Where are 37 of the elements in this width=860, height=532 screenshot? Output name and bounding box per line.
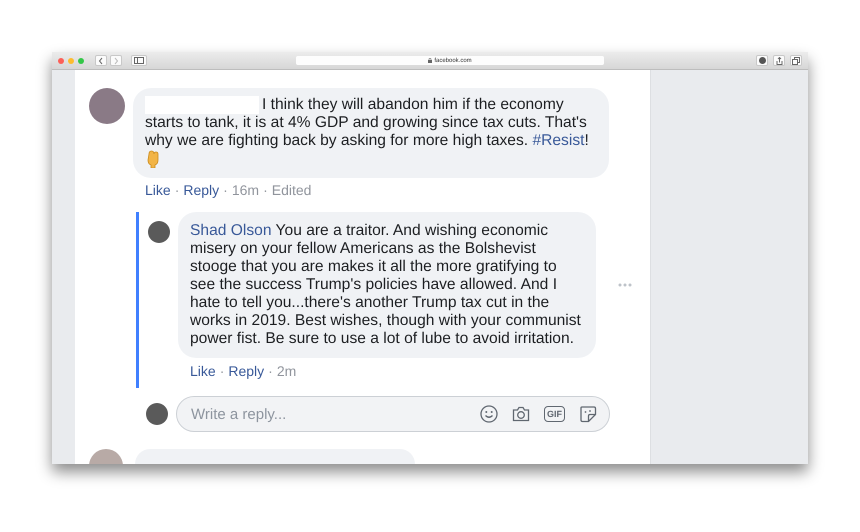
- reply-input-field[interactable]: Write a reply... GIF: [176, 396, 610, 432]
- download-icon: [758, 57, 766, 64]
- comment-time: 16m: [232, 181, 260, 199]
- author-link[interactable]: Shad Olson: [190, 222, 272, 239]
- hashtag-link[interactable]: #Resist: [532, 132, 584, 149]
- separator-dot: ·: [223, 181, 228, 199]
- chevron-right-icon: [113, 56, 119, 64]
- comment-text: I think they will abandon him if the economy starts to tank, it is at 4% GDP and growing since tax cuts. That's why we are fighting back by asking for more high taxes. #Resist!: [145, 96, 597, 170]
- share-icon: [776, 56, 782, 64]
- reply-text: Shad Olson You are a traitor. And wishing economic misery on your fellow Americans as the Bolshevist stooge that you are makes it all the more gratifying to see the success Trump's policies have allowed. And I hate to tell you...there's another Trump tax cut in the works in 2019. Best wishes, though with your communist power fist. Be sure to use a lot of lube to avoid irritation.: [190, 222, 582, 348]
- emoji-icon[interactable]: [480, 405, 498, 423]
- sticker-icon[interactable]: [579, 405, 597, 423]
- reply-time: 2m: [276, 362, 296, 380]
- avatar[interactable]: [89, 88, 125, 124]
- chevron-left-icon: [98, 56, 104, 64]
- comment-action-link[interactable]: Like: [145, 181, 171, 199]
- comment-action-link[interactable]: Reply: [183, 181, 220, 199]
- sidebar-icon: [134, 57, 144, 64]
- back-button[interactable]: [95, 55, 107, 66]
- separator-dot: ·: [263, 181, 268, 199]
- tabs-button[interactable]: [790, 55, 802, 66]
- raised-fist-icon: [146, 150, 160, 168]
- camera-icon[interactable]: [512, 406, 530, 422]
- share-button[interactable]: [773, 55, 785, 66]
- separator-dot: ·: [174, 181, 180, 199]
- avatar[interactable]: [148, 221, 170, 243]
- separator-dot: ·: [220, 362, 224, 380]
- avatar: [146, 403, 168, 425]
- download-button[interactable]: [756, 55, 768, 66]
- separator-dot: ·: [268, 362, 273, 380]
- lock-icon: [428, 58, 432, 63]
- edited-label: Edited: [272, 181, 312, 199]
- gif-button[interactable]: GIF: [544, 406, 565, 422]
- tabs-icon: [792, 56, 800, 64]
- reply-action-link[interactable]: Like: [190, 362, 216, 380]
- sidebar-button[interactable]: [131, 55, 147, 66]
- reply-action-link[interactable]: Reply: [228, 362, 264, 380]
